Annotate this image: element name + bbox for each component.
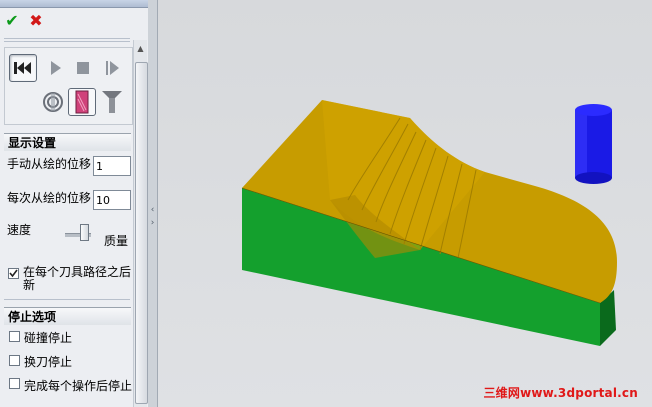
quality-label: 质量 (104, 234, 129, 248)
stop-options-title: 停止选项 (8, 310, 57, 324)
rewind-to-start-button[interactable] (9, 54, 37, 82)
each-step-input[interactable] (93, 190, 131, 210)
divider (4, 41, 130, 42)
tool-holder-toggle[interactable] (39, 88, 67, 116)
collision-stop-label: 碰撞停止 (24, 331, 73, 345)
tool-holder-icon (43, 92, 63, 112)
manual-step-label: 手动从绘的位移 (7, 157, 92, 171)
cutting-tool (575, 104, 612, 184)
checkmark-icon (9, 269, 18, 278)
update-after-toolpath-label-line2: 新 (23, 278, 36, 292)
ok-cancel-bar: ✔ ✖ (3, 10, 45, 32)
ok-check-icon[interactable]: ✔ (3, 12, 21, 30)
scrollbar-thumb[interactable] (135, 62, 148, 404)
each-step-label: 每次从绘的位移 (7, 191, 92, 205)
panel-scrollbar[interactable]: ▲ (133, 40, 148, 407)
speed-label: 速度 (7, 223, 32, 237)
speed-quality-slider-thumb[interactable] (80, 224, 89, 241)
divider (4, 38, 130, 39)
stop-options-header[interactable]: 停止选项 (4, 307, 131, 325)
play-button[interactable] (41, 54, 69, 82)
stop-after-each-operation-label: 完成每个操作后停止 (24, 379, 133, 393)
play-icon (51, 61, 61, 75)
stop-icon (77, 62, 89, 74)
panel-title-bar (0, 0, 148, 8)
step-forward-button[interactable] (98, 54, 126, 82)
stop-button[interactable] (69, 54, 97, 82)
stock-icon (75, 90, 89, 114)
display-settings-header[interactable]: 显示设置 (4, 133, 131, 151)
simulation-controls (4, 47, 133, 125)
tool-change-stop-checkbox[interactable] (9, 355, 20, 366)
update-after-toolpath-checkbox[interactable] (8, 268, 19, 279)
stock-display-toggle[interactable] (68, 88, 96, 116)
update-after-toolpath-label-line1: 在每个刀具路径之后 (23, 265, 132, 279)
tool-icon (102, 91, 122, 113)
watermark-text: 三维网www.3dportal.cn (483, 386, 638, 400)
cancel-x-icon[interactable]: ✖ (27, 12, 45, 30)
stop-after-each-operation-checkbox[interactable] (9, 378, 20, 389)
divider (4, 299, 130, 300)
simulation-scene (241, 100, 617, 346)
rewind-to-start-icon (14, 62, 31, 74)
manual-step-input[interactable] (93, 156, 131, 176)
property-manager-panel: ✔ ✖ 显示设置 手动从绘的位移 1 每次从绘的位移 10 速度 质量 在每个刀… (0, 0, 149, 407)
display-settings-title: 显示设置 (8, 136, 57, 150)
tool-change-stop-label: 换刀停止 (24, 355, 73, 369)
tool-display-toggle[interactable] (98, 88, 126, 116)
scroll-up-arrow-icon[interactable]: ▲ (135, 42, 146, 56)
collision-stop-checkbox[interactable] (9, 331, 20, 342)
graphics-viewport[interactable]: 三维网www.3dportal.cn (158, 0, 652, 407)
collapse-panel-icon[interactable]: ‹ › (149, 204, 156, 230)
step-forward-icon (106, 61, 119, 75)
panel-splitter[interactable]: ‹ › (148, 0, 158, 407)
